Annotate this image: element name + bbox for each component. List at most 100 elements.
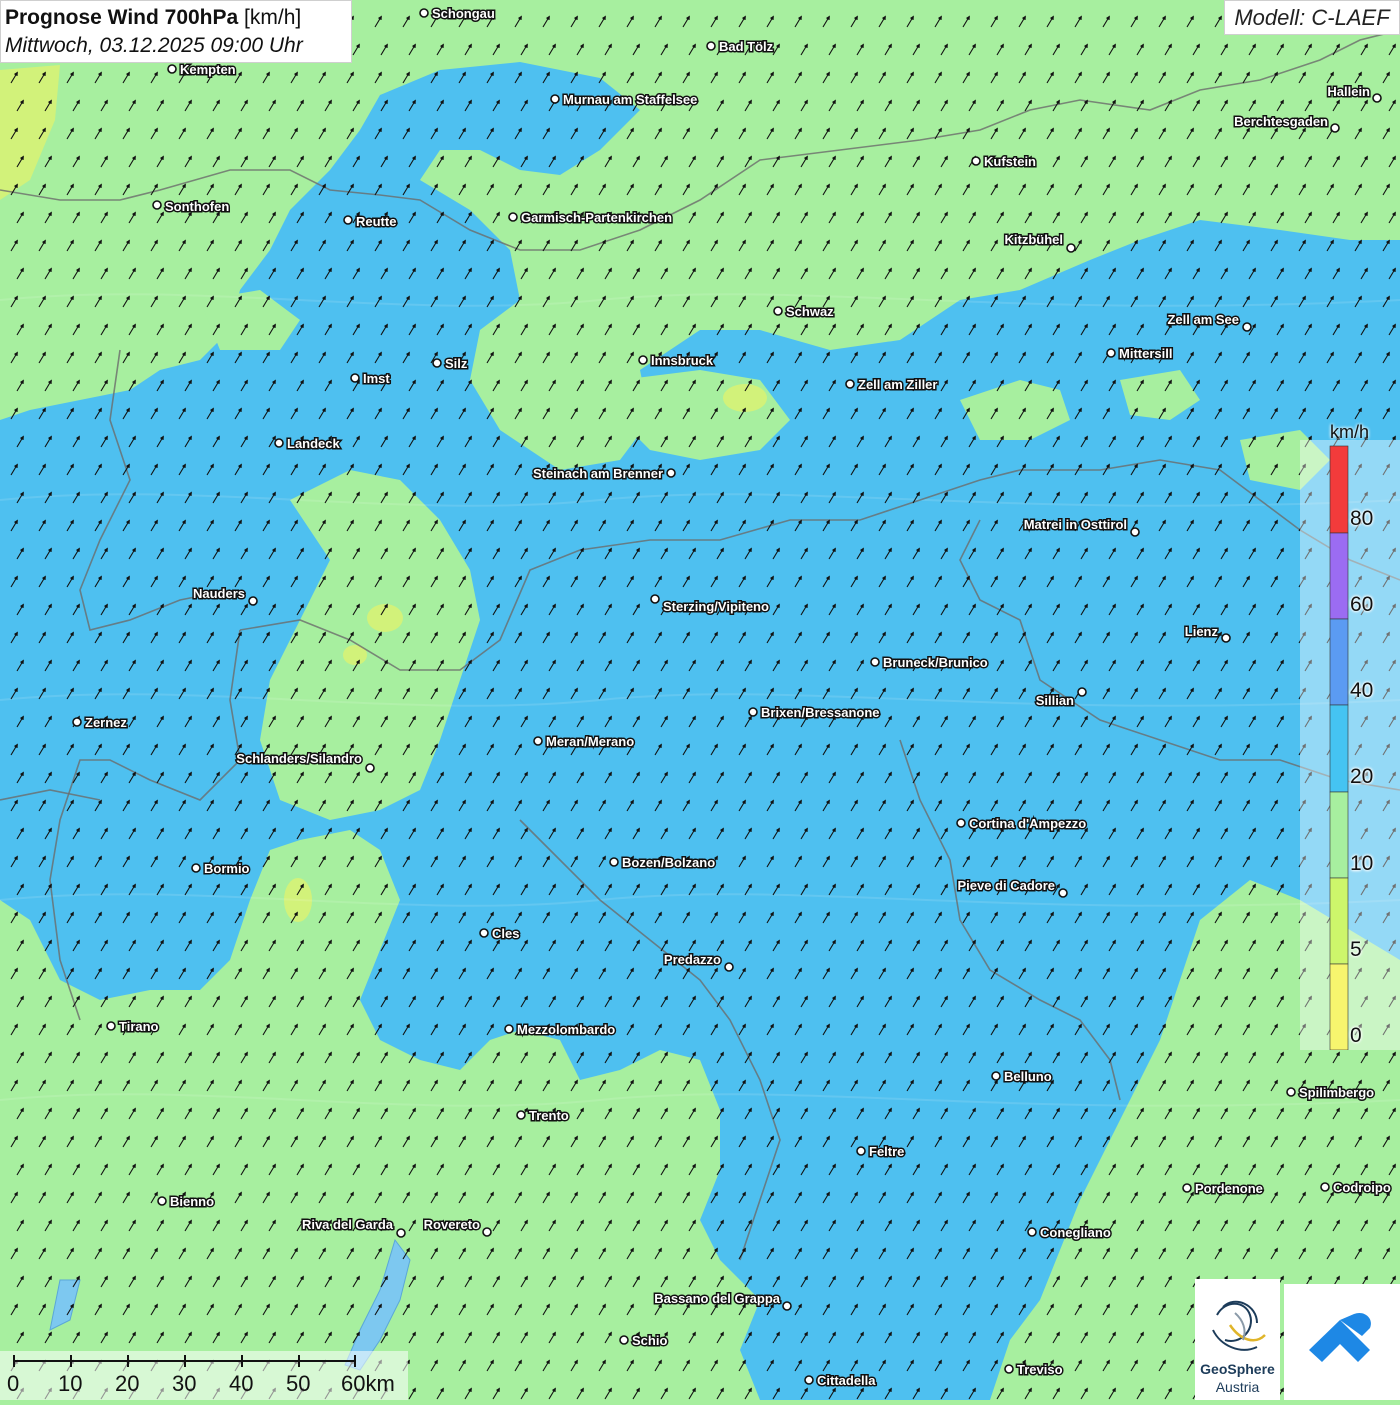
- city-dot: [1077, 687, 1087, 697]
- city-dot: [1106, 348, 1116, 358]
- city-label: Belluno: [1004, 1069, 1052, 1084]
- legend-bin-60: [1329, 532, 1349, 620]
- city-label: Predazzo: [664, 952, 721, 967]
- scale-label-10: 10: [58, 1371, 83, 1396]
- city-label: Nauders: [193, 586, 245, 601]
- legend-tick-40: 40: [1350, 679, 1374, 702]
- city-dot: [516, 1110, 526, 1120]
- city-label: Cortina d'Ampezzo: [969, 816, 1086, 831]
- city-dot: [365, 763, 375, 773]
- city-dot: [1372, 93, 1382, 103]
- city-label: Sillian: [1036, 693, 1074, 708]
- city-dot: [619, 1335, 629, 1345]
- city-dot: [748, 707, 758, 717]
- scale-label-0: 0: [7, 1371, 20, 1396]
- city-label: Tirano: [119, 1019, 159, 1034]
- scale-label-60km: 60km: [341, 1371, 395, 1396]
- city-label: Sterzing/Vipiteno: [663, 599, 769, 614]
- city-label: Reutte: [356, 214, 396, 229]
- city-dot: [191, 863, 201, 873]
- scale-label-50: 50: [286, 1371, 311, 1396]
- scale-label-40: 40: [229, 1371, 254, 1396]
- map-title-unit: [km/h]: [244, 6, 302, 29]
- city-label: Treviso: [1017, 1362, 1063, 1377]
- title-box: Prognose Wind 700hPa [km/h] Mittwoch, 03…: [0, 0, 352, 63]
- legend-tick-0: 0: [1350, 1024, 1362, 1047]
- app-logo[interactable]: [1284, 1284, 1400, 1400]
- city-dot: [432, 358, 442, 368]
- city-label: Riva del Garda: [302, 1217, 394, 1232]
- city-label: Hallein: [1327, 84, 1370, 99]
- city-dot: [804, 1375, 814, 1385]
- city-dot: [479, 928, 489, 938]
- city-label: Bormio: [204, 861, 250, 876]
- city-label: Bozen/Bolzano: [622, 855, 715, 870]
- weather-app-icon: [1309, 1312, 1371, 1362]
- city-dot: [343, 215, 353, 225]
- city-dot: [845, 379, 855, 389]
- city-dot: [1221, 633, 1231, 643]
- city-dot: [870, 657, 880, 667]
- city-dot: [666, 468, 676, 478]
- city-dot: [782, 1301, 792, 1311]
- city-label: Sonthofen: [165, 199, 229, 214]
- geosphere-name: GeoSphere: [1200, 1361, 1275, 1377]
- city-label: Brixen/Bressanone: [761, 705, 880, 720]
- city-label: Zernez: [85, 715, 127, 730]
- city-label: Spilimbergo: [1299, 1085, 1374, 1100]
- city-dot: [72, 717, 82, 727]
- city-dot: [419, 8, 429, 18]
- model-label: Modell: C-LAEF: [1224, 0, 1400, 35]
- city-label: Cles: [492, 926, 519, 941]
- city-label: Bassano del Grappa: [654, 1291, 780, 1306]
- geosphere-sub: Austria: [1215, 1379, 1260, 1395]
- city-label: Berchtesgaden: [1234, 114, 1328, 129]
- city-dot: [724, 962, 734, 972]
- legend-bin-80: [1329, 445, 1349, 534]
- city-dot: [167, 64, 177, 74]
- city-dot: [856, 1146, 866, 1156]
- city-label: Kitzbühel: [1005, 232, 1064, 247]
- city-label: Bienno: [170, 1194, 214, 1209]
- city-dot: [482, 1227, 492, 1237]
- city-label: Trento: [529, 1108, 569, 1123]
- city-dot: [650, 594, 660, 604]
- city-dot: [248, 596, 258, 606]
- geosphere-swirl-icon: [1212, 1300, 1266, 1351]
- city-dot: [533, 736, 543, 746]
- geosphere-logo[interactable]: GeoSphere Austria: [1195, 1279, 1280, 1400]
- city-label: Kufstein: [984, 154, 1036, 169]
- legend-bin-40: [1329, 618, 1349, 706]
- city-label: Schwaz: [786, 304, 834, 319]
- city-dot: [956, 818, 966, 828]
- city-dot: [1320, 1182, 1330, 1192]
- legend-bin-20: [1329, 704, 1349, 793]
- legend-tick-5: 5: [1350, 938, 1362, 961]
- city-label: Zell am See: [1167, 312, 1239, 327]
- city-dot: [773, 306, 783, 316]
- city-dot: [508, 212, 518, 222]
- legend-bin-10: [1329, 791, 1349, 879]
- city-label: Murnau am Staffelsee: [563, 92, 697, 107]
- city-label: Landeck: [287, 436, 341, 451]
- city-label: Garmisch-Partenkirchen: [521, 210, 672, 225]
- city-dot: [1066, 243, 1076, 253]
- city-label: Steinach am Brenner: [533, 466, 663, 481]
- city-label: Cittadella: [817, 1373, 876, 1388]
- city-label: Schongau: [432, 6, 495, 21]
- city-dot: [550, 94, 560, 104]
- city-dot: [504, 1024, 514, 1034]
- city-dot: [971, 156, 981, 166]
- city-dot: [106, 1021, 116, 1031]
- city-dot: [350, 373, 360, 383]
- city-dot: [1182, 1183, 1192, 1193]
- legend-tick-80: 80: [1350, 507, 1374, 530]
- city-label: Mittersill: [1119, 346, 1172, 361]
- city-label: Mezzolombardo: [517, 1022, 615, 1037]
- legend-bin-0: [1329, 963, 1349, 1050]
- city-dot: [157, 1196, 167, 1206]
- city-label: Bruneck/Brunico: [883, 655, 988, 670]
- city-label: Conegliano: [1040, 1225, 1111, 1240]
- city-label: Imst: [363, 371, 390, 386]
- city-dot: [638, 355, 648, 365]
